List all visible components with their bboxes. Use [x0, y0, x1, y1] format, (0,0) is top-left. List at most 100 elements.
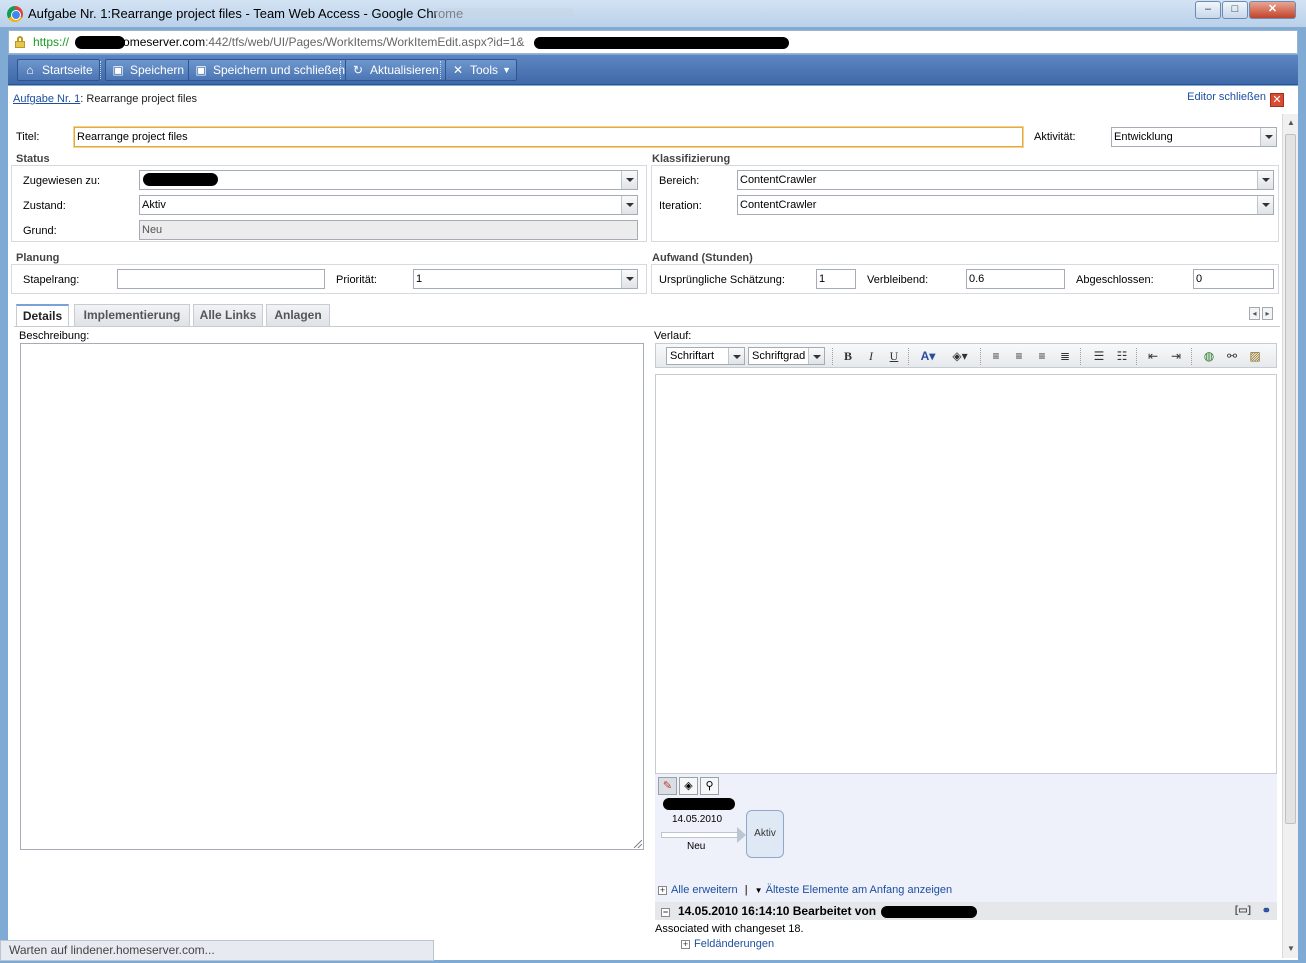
- chevron-down-icon[interactable]: [808, 348, 824, 364]
- chevron-down-icon[interactable]: [1260, 128, 1276, 146]
- tab-details[interactable]: Details: [16, 304, 69, 327]
- transition-date: 14.05.2010: [672, 814, 723, 825]
- expand-all-link[interactable]: Alle erweitern: [671, 884, 738, 896]
- chevron-down-icon[interactable]: [621, 171, 637, 189]
- outdent-icon[interactable]: ⇤: [1144, 348, 1162, 365]
- save-button[interactable]: ▣ Speichern: [105, 59, 192, 81]
- scroll-up-icon[interactable]: ▲: [1283, 116, 1299, 130]
- home-label: Startseite: [42, 63, 93, 77]
- link-icon[interactable]: ⚭: [1262, 902, 1271, 920]
- original-estimate-label: Ursprüngliche Schätzung:: [659, 274, 785, 286]
- chevron-down-icon[interactable]: [621, 196, 637, 214]
- activity-select[interactable]: Entwicklung: [1111, 127, 1277, 147]
- minimize-button[interactable]: ‒: [1195, 1, 1221, 19]
- url-host: .homeserver.com: [113, 35, 206, 49]
- effort-heading: Aufwand (Stunden): [652, 252, 756, 264]
- tab-all-links[interactable]: Alle Links: [193, 304, 263, 326]
- priority-select[interactable]: 1: [413, 269, 638, 289]
- collapse-icon[interactable]: −: [661, 908, 670, 917]
- refresh-icon: ↻: [352, 63, 364, 77]
- completed-input[interactable]: 0: [1193, 269, 1274, 289]
- transition-arrow: [661, 832, 739, 838]
- assigned-to-select[interactable]: [139, 170, 638, 190]
- tools-label: Tools: [470, 63, 499, 77]
- field-changes: + Feldänderungen: [681, 938, 774, 950]
- tools-menu-button[interactable]: ✕ Tools ▼: [445, 59, 518, 81]
- refresh-button[interactable]: ↻ Aktualisieren: [345, 59, 446, 81]
- field-changes-link[interactable]: Feldänderungen: [694, 938, 774, 950]
- state-diagram-icon[interactable]: ◈: [679, 777, 698, 795]
- scroll-thumb[interactable]: [1285, 134, 1296, 824]
- maximize-button[interactable]: □: [1222, 1, 1248, 19]
- insert-image-icon[interactable]: ▨: [1246, 348, 1264, 365]
- indent-icon[interactable]: ⇥: [1167, 348, 1185, 365]
- stack-rank-input[interactable]: [117, 269, 325, 289]
- scroll-down-icon[interactable]: ▼: [1283, 942, 1299, 956]
- align-right-icon[interactable]: ≡: [1033, 348, 1051, 365]
- expand-icon[interactable]: +: [681, 940, 690, 949]
- italic-icon[interactable]: I: [862, 348, 880, 365]
- font-size-value: Schriftgrad: [752, 350, 806, 362]
- remaining-input[interactable]: 0.6: [966, 269, 1065, 289]
- tab-scroll-left-icon[interactable]: ◂: [1249, 307, 1260, 320]
- planning-heading: Planung: [16, 252, 63, 264]
- description-textarea[interactable]: [20, 343, 644, 850]
- original-estimate-input[interactable]: 1: [816, 269, 856, 289]
- tab-attachments[interactable]: Anlagen: [266, 304, 330, 326]
- align-justify-icon[interactable]: ≣: [1056, 348, 1074, 365]
- magnifier-icon[interactable]: ⚲: [700, 777, 719, 795]
- address-bar[interactable]: https:// .homeserver.com:442/tfs/web/UI/P…: [8, 30, 1298, 54]
- home-button[interactable]: ⌂ Startseite: [17, 59, 100, 81]
- lock-icon: [15, 36, 25, 48]
- font-size-select[interactable]: Schriftgrad: [748, 347, 825, 365]
- tab-scroll-right-icon[interactable]: ▸: [1262, 307, 1273, 320]
- history-editor[interactable]: [655, 374, 1277, 774]
- floppy-disk-icon: ▣: [112, 63, 124, 77]
- save-and-close-button[interactable]: ▣ Speichern und schließen: [188, 59, 353, 81]
- remaining-label: Verbleibend:: [867, 274, 929, 286]
- close-window-button[interactable]: ✕: [1249, 1, 1296, 19]
- align-center-icon[interactable]: ≡: [1010, 348, 1028, 365]
- work-item-editor: Aufgabe Nr. 1: Rearrange project files E…: [8, 86, 1298, 960]
- tools-icon: ✕: [452, 63, 464, 77]
- font-family-select[interactable]: Schriftart: [666, 347, 745, 365]
- toolbar-separator: [1080, 348, 1081, 365]
- title-input[interactable]: Rearrange project files: [74, 127, 1023, 147]
- numbered-list-icon[interactable]: ☷: [1113, 348, 1131, 365]
- priority-value: 1: [416, 273, 423, 285]
- oldest-first-link[interactable]: Älteste Elemente am Anfang anzeigen: [766, 884, 953, 896]
- save-close-label: Speichern und schließen: [213, 63, 346, 77]
- priority-label: Priorität:: [336, 274, 377, 286]
- reason-field: Neu: [139, 220, 638, 240]
- align-left-icon[interactable]: ≡: [987, 348, 1005, 365]
- history-options: + Alle erweitern | ▼ Älteste Elemente am …: [658, 884, 952, 896]
- url-path: :442/tfs/web/UI/Pages/WorkItems/WorkItem…: [205, 35, 525, 49]
- font-color-icon[interactable]: A▾: [914, 348, 942, 365]
- remove-link-icon[interactable]: ⚯: [1223, 348, 1241, 365]
- close-editor-link[interactable]: Editor schließen ✕: [1187, 91, 1284, 107]
- bold-icon[interactable]: B: [839, 348, 857, 365]
- work-item-link[interactable]: Aufgabe Nr. 1: [13, 93, 80, 105]
- chevron-down-icon[interactable]: [1257, 196, 1273, 214]
- iteration-select[interactable]: ContentCrawler: [737, 195, 1274, 215]
- pencil-icon[interactable]: ✎: [658, 777, 677, 795]
- insert-link-icon[interactable]: ◍: [1200, 348, 1218, 365]
- underline-icon[interactable]: U: [885, 348, 903, 365]
- state-box-active: Aktiv: [746, 810, 784, 858]
- redaction-mark: [143, 173, 218, 186]
- minimize-revision-icon[interactable]: [▭]: [1235, 902, 1251, 920]
- area-select[interactable]: ContentCrawler: [737, 170, 1274, 190]
- chevron-down-icon[interactable]: [728, 348, 744, 364]
- chevron-down-icon[interactable]: [1257, 171, 1273, 189]
- description-label: Beschreibung:: [19, 330, 90, 342]
- highlight-color-icon[interactable]: ◈▾: [946, 348, 974, 365]
- bullet-list-icon[interactable]: ☰: [1090, 348, 1108, 365]
- arrow-right-icon: [737, 827, 746, 843]
- state-select[interactable]: Aktiv: [139, 195, 638, 215]
- revision-header[interactable]: −14.05.2010 16:14:10 Bearbeitet von [▭] …: [655, 902, 1277, 920]
- resize-grip-icon[interactable]: [634, 840, 642, 848]
- state-value: Aktiv: [142, 199, 166, 211]
- chevron-down-icon[interactable]: [621, 270, 637, 288]
- vertical-scrollbar[interactable]: ▲ ▼: [1282, 114, 1298, 958]
- tab-implementation[interactable]: Implementierung: [74, 304, 190, 326]
